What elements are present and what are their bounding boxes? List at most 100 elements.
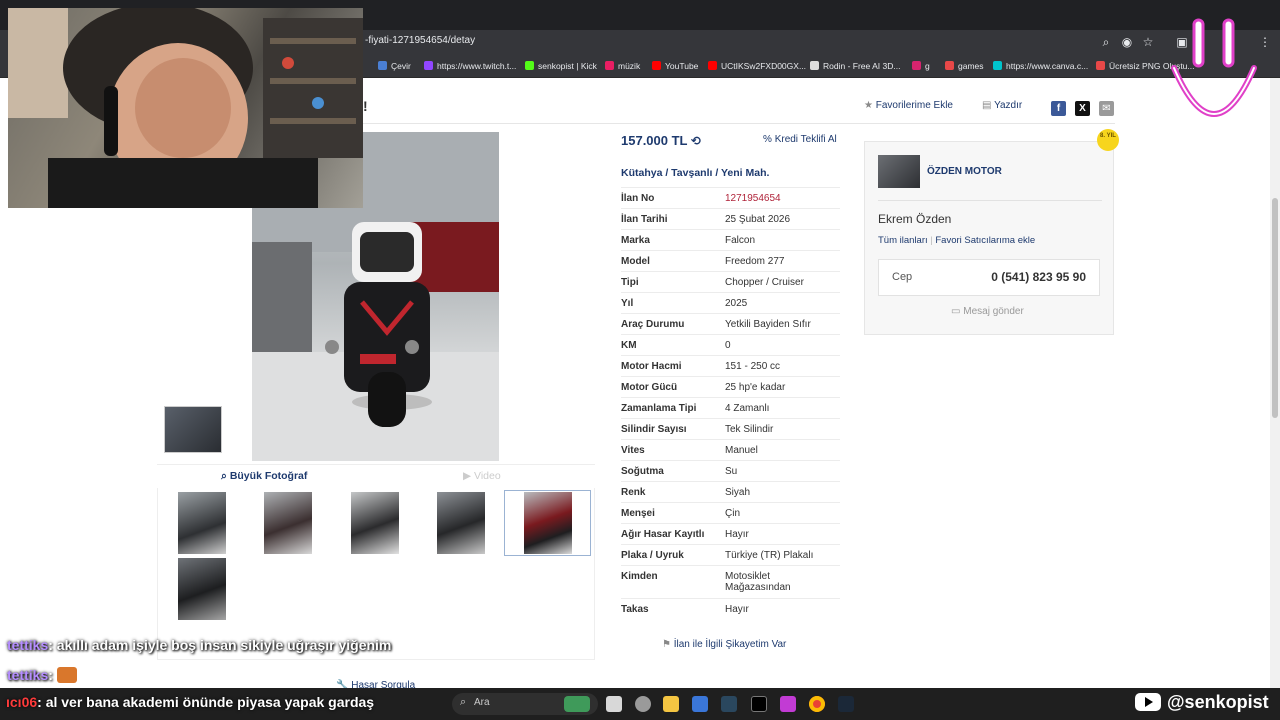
bookmark-label: g	[925, 61, 930, 71]
credit-offer-link[interactable]: % Kredi Teklifi Al	[763, 134, 837, 145]
history-icon[interactable]: ⟲	[691, 134, 701, 148]
spec-row: Yıl 2025	[621, 292, 840, 313]
spec-key: İlan No	[621, 193, 655, 204]
printer-icon: ▤	[982, 100, 992, 111]
thumbnail[interactable]	[437, 492, 485, 554]
chrome-icon[interactable]	[809, 696, 825, 712]
seller-links: Tüm ilanları | Favori Satıcılarıma ekle	[878, 235, 1036, 246]
spec-value: Yetkili Bayiden Sıfır	[725, 319, 811, 330]
taskbar-search[interactable]: ⌕ Ara	[452, 693, 598, 715]
phone-number[interactable]: 0 (541) 823 95 90	[991, 270, 1086, 284]
spec-row: Zamanlama Tipi 4 Zamanlı	[621, 397, 840, 418]
search-icon: ⌕	[221, 470, 227, 482]
zoom-icon[interactable]: ⌕	[1099, 35, 1113, 49]
email-share-icon[interactable]: ✉	[1099, 101, 1114, 116]
bookmark-item[interactable]: g	[912, 61, 930, 71]
phone-box: Cep 0 (541) 823 95 90	[878, 259, 1100, 296]
chat-icon: ▭	[951, 306, 961, 317]
x-share-icon[interactable]: X	[1075, 101, 1090, 116]
phone-label: Cep	[892, 271, 913, 283]
stream-handle: @senkopist	[1135, 692, 1269, 720]
spec-key: Plaka / Uyruk	[621, 550, 684, 561]
bookmark-favicon-icon	[912, 61, 921, 70]
spec-key: İlan Tarihi	[621, 214, 668, 225]
tab-video[interactable]: ▶ Video	[463, 470, 501, 482]
store-logo[interactable]	[878, 155, 920, 188]
eye-off-icon[interactable]: ◉	[1120, 35, 1134, 49]
thumbnail[interactable]	[351, 492, 399, 554]
epic-games-icon[interactable]	[751, 696, 767, 712]
spec-value: Hayır	[725, 529, 749, 540]
store-name[interactable]: ÖZDEN MOTOR	[927, 166, 1002, 177]
location-breadcrumb[interactable]: Kütahya / Tavşanlı / Yeni Mah.	[621, 167, 769, 179]
bookmark-label: senkopist | Kick	[538, 61, 597, 71]
spec-key: Motor Gücü	[621, 382, 678, 393]
spec-value: 1271954654	[725, 193, 781, 204]
thumbnail[interactable]	[178, 558, 226, 620]
spec-value: 2025	[725, 298, 748, 309]
bookmark-item[interactable]: senkopist | Kick	[525, 61, 597, 71]
favorite-button[interactable]: ★ Favorilerime Ekle	[864, 100, 953, 111]
bookmark-item[interactable]: UCtIKSw2FXD00GX...	[708, 61, 806, 71]
chat-text: :	[48, 667, 53, 683]
spec-key: Takas	[621, 604, 649, 615]
complaint-label: İlan ile İlgili Şikayetim Var	[673, 639, 787, 650]
bookmark-item[interactable]: https://www.canva.c...	[993, 61, 1088, 71]
print-button[interactable]: ▤ Yazdır	[982, 100, 1022, 111]
bookmark-item[interactable]: Çevir	[378, 61, 411, 71]
spec-row: Ağır Hasar Kayıtlı Hayır	[621, 523, 840, 544]
spec-table: İlan No 1271954654 İlan Tarihi 25 Şubat 202…	[621, 187, 840, 619]
copilot-icon[interactable]	[635, 696, 651, 712]
spec-row: Soğutma Su	[621, 460, 840, 481]
bookmark-item[interactable]: YouTube	[652, 61, 698, 71]
chat-username: tettiks	[7, 667, 49, 683]
emote-icon	[56, 667, 77, 683]
facebook-share-icon[interactable]: f	[1051, 101, 1066, 116]
bookmark-favicon-icon	[1096, 61, 1105, 70]
chat-message: tettiks: akıllı adam işiyle boş insan si…	[7, 637, 391, 653]
search-icon: ⌕	[460, 696, 467, 708]
spec-value: Falcon	[725, 235, 756, 246]
scrollbar[interactable]	[1270, 78, 1280, 688]
bookmark-item[interactable]: games	[945, 61, 984, 71]
file-explorer-icon[interactable]	[663, 696, 679, 712]
spec-row: İlan No 1271954654	[621, 187, 840, 208]
side-thumbnail[interactable]	[164, 406, 222, 453]
bookmark-item[interactable]: https://www.twitch.t...	[424, 61, 516, 71]
bookmark-item[interactable]: Rodin - Free AI 3D...	[810, 61, 900, 71]
spec-row: Silindir Sayısı Tek Silindir	[621, 418, 840, 439]
complaint-link[interactable]: ⚑ İlan ile İlgili Şikayetim Var	[662, 639, 786, 650]
membership-year-badge: 8. YIL	[1097, 129, 1119, 151]
chat-message: tettiks:	[7, 667, 77, 683]
steam-icon[interactable]	[721, 696, 737, 712]
url-text[interactable]: -fiyati-1271954654/detay	[365, 35, 475, 46]
favorite-seller-link[interactable]: Favori Satıcılarıma ekle	[935, 235, 1035, 246]
bookmark-label: https://www.canva.c...	[1006, 61, 1089, 71]
star-icon: ★	[864, 100, 873, 111]
spec-row: Model Freedom 277	[621, 250, 840, 271]
spec-row: Vites Manuel	[621, 439, 840, 460]
spec-row: Motor Gücü 25 hp'e kadar	[621, 376, 840, 397]
price: 157.000 TL ⟲	[621, 133, 701, 148]
send-message-button[interactable]: ▭ Mesaj gönder	[951, 306, 1024, 317]
tab-big-photo[interactable]: ⌕ Büyük Fotoğraf	[221, 470, 307, 483]
thumbnail[interactable]	[178, 492, 226, 554]
spec-key: Motor Hacmi	[621, 361, 682, 372]
star-icon[interactable]: ☆	[1141, 35, 1155, 49]
steam-app-icon[interactable]	[838, 696, 854, 712]
spec-key: Yıl	[621, 298, 634, 309]
app-icon[interactable]	[780, 696, 796, 712]
thumbnail[interactable]	[264, 492, 312, 554]
all-listings-link[interactable]: Tüm ilanları	[878, 235, 928, 246]
selected-thumbnail-frame	[504, 490, 591, 556]
bookmark-item[interactable]: müzik	[605, 61, 640, 71]
spec-key: Marka	[621, 235, 650, 246]
task-view-icon[interactable]	[606, 696, 622, 712]
taskbar-search-label: Ara	[474, 697, 490, 708]
bottom-chat-message: ıcı06: al ver bana akademi önünde piyasa…	[6, 694, 374, 710]
store-icon[interactable]	[692, 696, 708, 712]
scrollbar-thumb[interactable]	[1272, 198, 1278, 418]
bookmark-favicon-icon	[708, 61, 717, 70]
spec-key: Tipi	[621, 277, 639, 288]
spec-row: Plaka / Uyruk Türkiye (TR) Plakalı	[621, 544, 840, 565]
